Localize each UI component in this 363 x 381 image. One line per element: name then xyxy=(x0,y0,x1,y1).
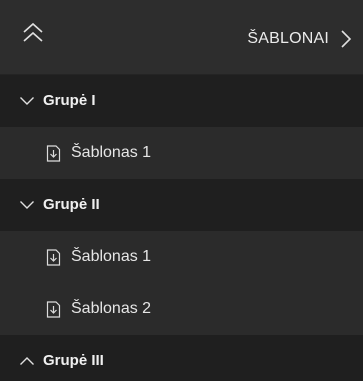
panel-title: ŠABLONAI xyxy=(247,30,329,47)
chevron-up-icon xyxy=(19,353,35,369)
tree-group-label: Grupė III xyxy=(43,352,104,369)
tree-group-3[interactable]: Grupė III xyxy=(0,335,363,381)
tree-group-label: Grupė I xyxy=(43,92,96,109)
document-download-icon xyxy=(46,248,61,266)
tree-item-label: Šablonas 1 xyxy=(71,248,152,265)
collapse-all-button[interactable] xyxy=(21,19,45,47)
templates-panel: ŠABLONAI Grupė I Šablonas 1 Grupė II Šab… xyxy=(0,0,363,381)
chevron-down-icon xyxy=(19,93,35,109)
tree-item-label: Šablonas 1 xyxy=(71,144,152,161)
tree-item-2[interactable]: Šablonas 1 xyxy=(0,231,363,283)
chevron-right-icon xyxy=(339,28,353,50)
panel-header: ŠABLONAI xyxy=(0,0,363,75)
chevron-down-icon xyxy=(19,197,35,213)
document-download-icon xyxy=(46,144,61,162)
tree-group-1[interactable]: Grupė I xyxy=(0,75,363,127)
double-chevron-up-icon xyxy=(21,19,45,47)
tree-item-label: Šablonas 2 xyxy=(71,300,152,317)
panel-title-button[interactable]: ŠABLONAI xyxy=(247,25,353,53)
tree-item-3[interactable]: Šablonas 2 xyxy=(0,283,363,335)
tree-item-1[interactable]: Šablonas 1 xyxy=(0,127,363,179)
tree-group-label: Grupė II xyxy=(43,196,100,213)
tree-group-2[interactable]: Grupė II xyxy=(0,179,363,231)
document-download-icon xyxy=(46,300,61,318)
